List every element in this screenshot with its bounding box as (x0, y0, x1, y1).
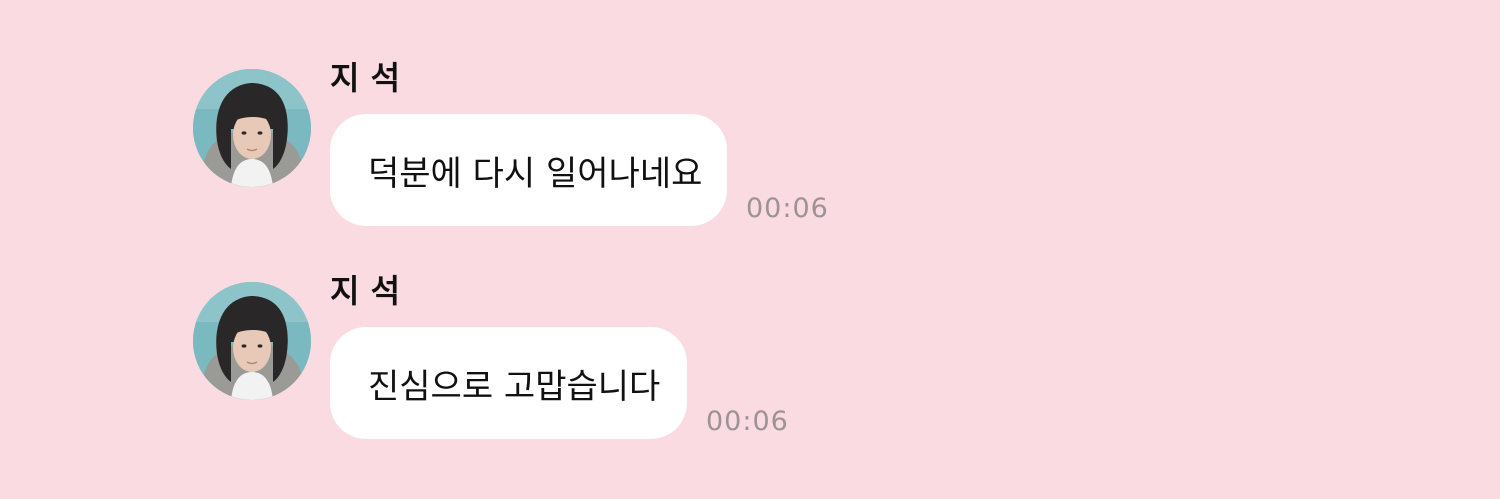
sender-name: 지 석 (330, 272, 401, 310)
message-bubble[interactable]: 덕분에 다시 일어나네요 (330, 114, 727, 226)
message-bubble[interactable]: 진심으로 고맙습니다 (330, 327, 687, 439)
message-row: 지 석 덕분에 다시 일어나네요 00:06 (0, 56, 1500, 236)
message-row: 지 석 진심으로 고맙습니다 00:06 (0, 269, 1500, 449)
message-timestamp: 00:06 (746, 193, 829, 224)
profile-photo-icon (193, 282, 311, 400)
sender-avatar[interactable] (193, 69, 311, 187)
sender-avatar[interactable] (193, 282, 311, 400)
message-text: 덕분에 다시 일어나네요 (368, 153, 703, 194)
message-text: 진심으로 고맙습니다 (368, 366, 661, 407)
profile-photo-icon (193, 69, 311, 187)
message-timestamp: 00:06 (706, 406, 789, 437)
sender-name: 지 석 (330, 59, 401, 97)
